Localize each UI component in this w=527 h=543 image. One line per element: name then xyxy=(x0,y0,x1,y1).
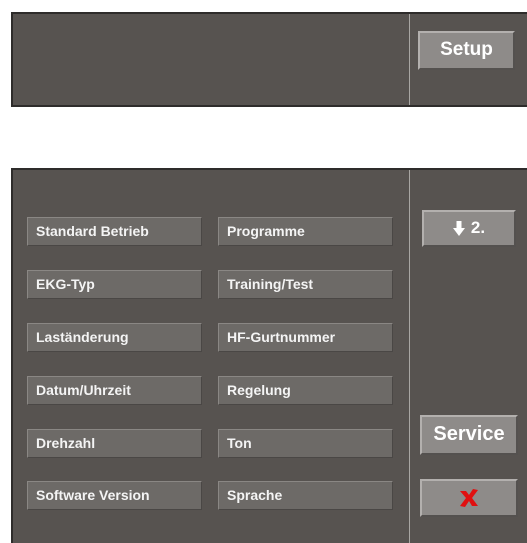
menu-programme-button[interactable]: Programme xyxy=(218,217,393,246)
menu-ton-button[interactable]: Ton xyxy=(218,429,393,458)
next-page-button[interactable]: 2. xyxy=(422,210,516,247)
menu-standard-betrieb-button[interactable]: Standard Betrieb xyxy=(27,217,202,246)
setup-button[interactable]: Setup xyxy=(418,31,515,70)
menu-software-version-button[interactable]: Software Version xyxy=(27,481,202,510)
menu-ekg-typ-button[interactable]: EKG-Typ xyxy=(27,270,202,299)
menu-sprache-button[interactable]: Sprache xyxy=(218,481,393,510)
main-panel-divider xyxy=(409,170,410,543)
red-x-icon xyxy=(460,488,478,507)
service-button[interactable]: Service xyxy=(420,415,518,455)
arrow-down-icon xyxy=(452,220,465,236)
menu-hf-gurtnummer-button[interactable]: HF-Gurtnummer xyxy=(218,323,393,352)
menu-regelung-button[interactable]: Regelung xyxy=(218,376,393,405)
next-page-label: 2. xyxy=(470,218,486,237)
cancel-button[interactable] xyxy=(420,479,518,517)
menu-drehzahl-button[interactable]: Drehzahl xyxy=(27,429,202,458)
menu-lastaenderung-button[interactable]: Laständerung xyxy=(27,323,202,352)
menu-datum-uhrzeit-button[interactable]: Datum/Uhrzeit xyxy=(27,376,202,405)
menu-training-test-button[interactable]: Training/Test xyxy=(218,270,393,299)
top-panel-divider xyxy=(409,14,410,105)
